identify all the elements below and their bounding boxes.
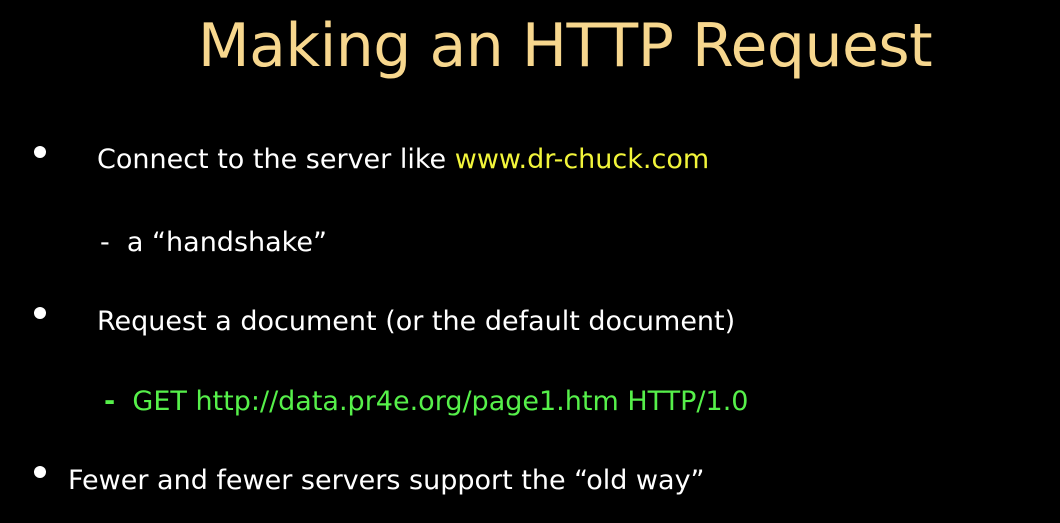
sub-bullet-1-text: a “handshake” (126, 227, 327, 258)
slide: Making an HTTP Request Connect to the se… (0, 0, 1060, 523)
sub-bullet-1-dash: - (100, 227, 110, 258)
bullet-dot-2 (34, 307, 46, 319)
server-link[interactable]: www.dr-chuck.com (455, 144, 709, 175)
bullet-1-text: Connect to the server like (97, 144, 455, 175)
bullet-2-text: Request a document (or the default docum… (97, 306, 736, 337)
bullet-dot-3 (34, 466, 46, 478)
bullet-3: Fewer and fewer servers support the “old… (68, 463, 705, 499)
http-request-line: GET http://data.pr4e.org/page1.htm HTTP/… (132, 386, 749, 417)
bullet-dot-1 (34, 146, 46, 158)
sub-bullet-1: - a “handshake” (100, 225, 327, 261)
bullet-3-text: Fewer and fewer servers support the “old… (68, 465, 705, 496)
bullet-1: Connect to the server like www.dr-chuck.… (97, 142, 709, 178)
sub-bullet-2-dash: - (104, 386, 116, 417)
slide-title: Making an HTTP Request (197, 11, 933, 81)
bullet-2: Request a document (or the default docum… (97, 304, 735, 340)
sub-bullet-2: - GET http://data.pr4e.org/page1.htm HTT… (104, 384, 748, 420)
